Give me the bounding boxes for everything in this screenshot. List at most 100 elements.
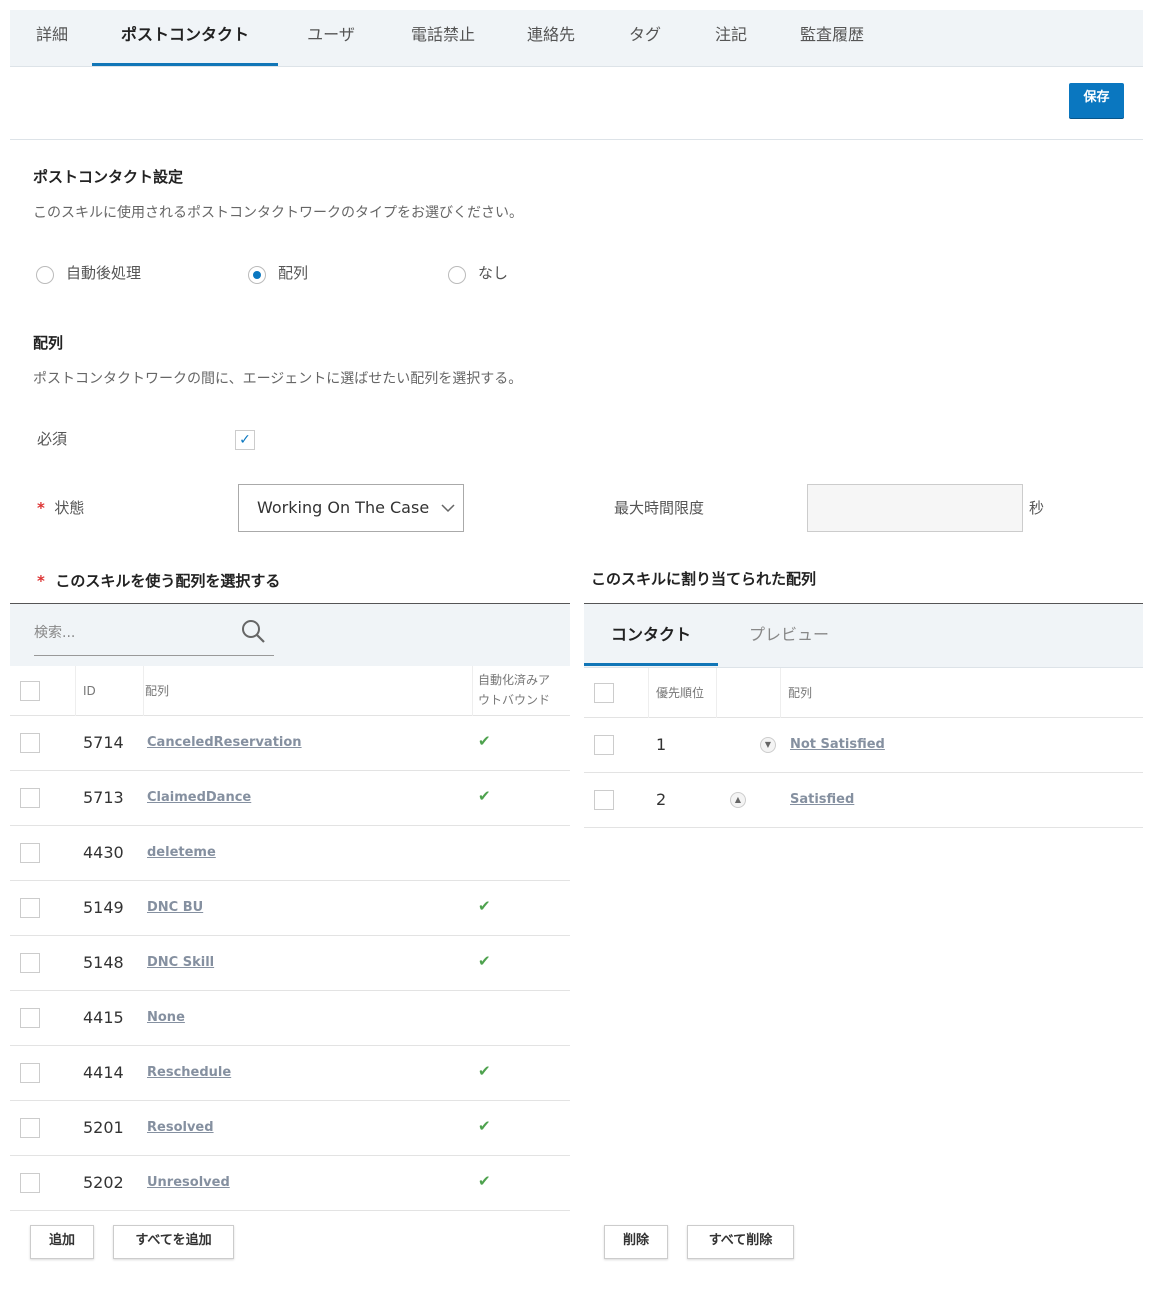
row-id: 4415 <box>83 1008 124 1027</box>
search-input[interactable]: 検索... <box>34 622 75 642</box>
tab-bar: 詳細 ポストコンタクト ユーザ 電話禁止 連絡先 タグ 注記 監査履歴 <box>10 10 1143 67</box>
tab-preview[interactable]: プレビュー <box>734 604 844 666</box>
check-icon: ✔ <box>478 787 491 805</box>
row-checkbox[interactable] <box>594 735 614 755</box>
disposition-link[interactable]: Resolved <box>147 1120 214 1135</box>
col-divider <box>472 666 473 716</box>
disposition-link[interactable]: Reschedule <box>147 1065 231 1080</box>
assigned-disposition-link[interactable]: Not Satisfied <box>790 737 885 752</box>
assigned-tabs: コンタクト プレビュー <box>584 604 1143 668</box>
assigned-title: このスキルに割り当てられた配列 <box>591 570 817 588</box>
row-checkbox[interactable] <box>20 843 40 863</box>
row-id: 4414 <box>83 1063 124 1082</box>
tab-users[interactable]: ユーザ <box>296 10 366 66</box>
check-icon: ✔ <box>478 732 491 750</box>
col-divider <box>143 666 144 716</box>
radio-auto-acw-label: 自動後処理 <box>66 264 142 282</box>
assigned-disposition-link[interactable]: Satisfied <box>790 792 854 807</box>
row-checkbox[interactable] <box>20 1118 40 1138</box>
row-checkbox[interactable] <box>20 788 40 808</box>
disposition-link[interactable]: None <box>147 1010 185 1025</box>
table-row[interactable]: 5149 DNC BU ✔ <box>10 881 570 936</box>
row-checkbox[interactable] <box>20 1063 40 1083</box>
radio-none-label: なし <box>478 264 509 282</box>
table-row[interactable]: 5714 CanceledReservation ✔ <box>10 716 570 771</box>
radio-disposition[interactable] <box>248 266 266 284</box>
row-id: 5201 <box>83 1118 124 1137</box>
select-all-checkbox[interactable] <box>20 681 40 701</box>
col-header-assigned-name: 配列 <box>788 686 813 700</box>
disposition-link[interactable]: DNC Skill <box>147 955 214 970</box>
table-row[interactable]: 2 ▲ Satisfied <box>584 773 1143 828</box>
move-up-icon[interactable]: ▲ <box>730 792 746 808</box>
save-button[interactable]: 保存 <box>1069 83 1124 118</box>
max-time-input[interactable] <box>807 484 1023 532</box>
col-header-id: ID <box>83 684 96 698</box>
move-down-icon[interactable]: ▼ <box>760 737 776 753</box>
row-id: 5202 <box>83 1173 124 1192</box>
tab-audit-history[interactable]: 監査履歴 <box>790 10 874 66</box>
disposition-description: ポストコンタクトワークの間に、エージェントに選ばせたい配列を選択する。 <box>33 371 523 387</box>
available-required-mark: * <box>37 572 45 590</box>
state-select[interactable]: Working On The Case <box>238 484 464 532</box>
remove-all-button[interactable]: すべて削除 <box>687 1225 794 1259</box>
required-label: 必須 <box>37 430 68 448</box>
disposition-link[interactable]: deleteme <box>147 845 216 860</box>
table-row[interactable]: 5202 Unresolved ✔ <box>10 1156 570 1211</box>
col-header-name: 配列 <box>145 684 170 698</box>
row-priority: 2 <box>656 790 667 809</box>
select-all-assigned-checkbox[interactable] <box>594 683 614 703</box>
disposition-link[interactable]: ClaimedDance <box>147 790 251 805</box>
row-id: 5148 <box>83 953 124 972</box>
tab-dnc[interactable]: 電話禁止 <box>398 10 488 66</box>
table-row[interactable]: 5713 ClaimedDance ✔ <box>10 771 570 826</box>
divider <box>10 139 1143 140</box>
table-row[interactable]: 5201 Resolved ✔ <box>10 1101 570 1156</box>
chevron-down-icon <box>441 504 455 513</box>
row-checkbox[interactable] <box>20 733 40 753</box>
table-row[interactable]: 4430 deleteme <box>10 826 570 881</box>
search-icon[interactable] <box>240 618 266 644</box>
disposition-link[interactable]: CanceledReservation <box>147 735 302 750</box>
col-header-priority: 優先順位 <box>656 686 705 700</box>
state-select-value: Working On The Case <box>257 498 430 517</box>
add-all-button[interactable]: すべてを追加 <box>113 1225 234 1259</box>
tab-tags[interactable]: タグ <box>618 10 672 66</box>
disposition-title: 配列 <box>33 334 64 352</box>
tab-notes[interactable]: 注記 <box>704 10 758 66</box>
disposition-link[interactable]: Unresolved <box>147 1175 230 1190</box>
col-divider <box>716 668 717 718</box>
tab-details[interactable]: 詳細 <box>22 10 82 66</box>
search-area: 検索... <box>10 604 570 666</box>
table-row[interactable]: 4415 None <box>10 991 570 1046</box>
row-id: 4430 <box>83 843 124 862</box>
col-divider <box>780 668 781 718</box>
table-row[interactable]: 4414 Reschedule ✔ <box>10 1046 570 1101</box>
assigned-header-row: 優先順位 配列 <box>584 668 1143 718</box>
row-id: 5713 <box>83 788 124 807</box>
add-button[interactable]: 追加 <box>30 1225 94 1259</box>
disposition-link[interactable]: DNC BU <box>147 900 203 915</box>
radio-none[interactable] <box>448 266 466 284</box>
row-checkbox[interactable] <box>20 1173 40 1193</box>
row-checkbox[interactable] <box>594 790 614 810</box>
required-mark: * <box>37 499 45 517</box>
tab-contact[interactable]: コンタクト <box>584 604 718 666</box>
tab-contacts[interactable]: 連絡先 <box>516 10 586 66</box>
row-priority: 1 <box>656 735 667 754</box>
row-checkbox[interactable] <box>20 1008 40 1028</box>
available-header-row: ID 配列 自動化済みア ウトバウンド <box>10 666 570 716</box>
row-checkbox[interactable] <box>20 898 40 918</box>
radio-disposition-label: 配列 <box>278 264 309 282</box>
table-row[interactable]: 5148 DNC Skill ✔ <box>10 936 570 991</box>
remove-button[interactable]: 削除 <box>604 1225 668 1259</box>
tab-postcontact[interactable]: ポストコンタクト <box>92 10 278 66</box>
search-underline <box>34 655 274 656</box>
row-checkbox[interactable] <box>20 953 40 973</box>
check-icon: ✔ <box>478 897 491 915</box>
table-row[interactable]: 1 ▼ Not Satisfied <box>584 718 1143 773</box>
required-checkbox[interactable]: ✓ <box>235 430 255 450</box>
col-divider <box>648 668 649 718</box>
check-icon: ✔ <box>478 1172 491 1190</box>
radio-auto-acw[interactable] <box>36 266 54 284</box>
